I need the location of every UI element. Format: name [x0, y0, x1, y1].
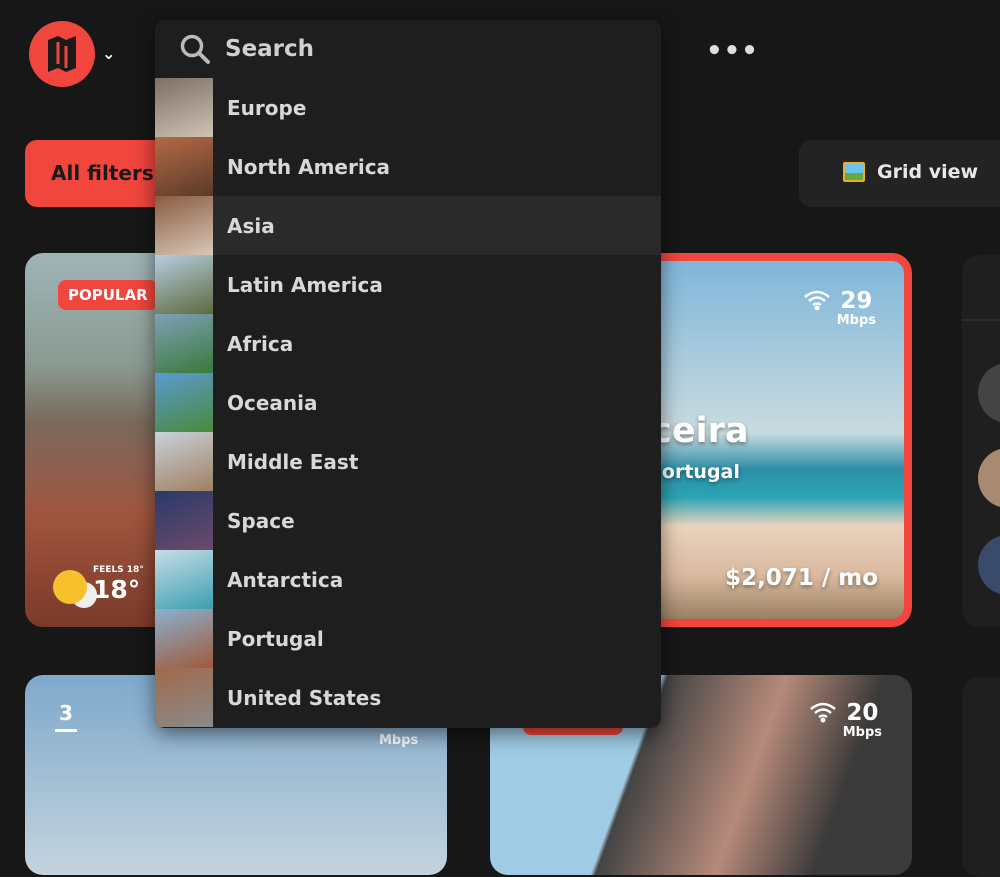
dropdown-item-label: Antarctica — [227, 567, 344, 592]
logo-button[interactable] — [29, 21, 95, 87]
grid-view-label: Grid view — [877, 161, 979, 183]
dropdown-item-space[interactable]: Space — [155, 491, 661, 550]
side-panel — [962, 677, 1000, 877]
region-thumbnail — [155, 609, 213, 668]
wifi-icon — [803, 290, 830, 311]
search-placeholder: Search — [225, 36, 315, 62]
dropdown-item-label: Latin America — [227, 272, 383, 297]
partly-sunny-icon — [53, 570, 87, 604]
wifi-unit: Mbps — [836, 313, 876, 328]
dropdown-item-latin-america[interactable]: Latin America — [155, 255, 661, 314]
picture-icon — [843, 162, 865, 182]
rank-number: 3 — [55, 701, 77, 732]
wifi-value: 29 — [840, 288, 873, 314]
temperature: 18° — [93, 575, 141, 604]
dropdown-item-label: Oceania — [227, 390, 318, 415]
map-icon — [48, 36, 76, 72]
dropdown-item-portugal[interactable]: Portugal — [155, 609, 661, 668]
wifi-unit: Mbps — [379, 733, 419, 748]
search-input[interactable]: Search — [155, 20, 661, 78]
region-thumbnail — [155, 255, 213, 314]
grid-view-button[interactable]: Grid view — [799, 140, 1000, 207]
dropdown-item-label: Middle East — [227, 449, 359, 474]
region-thumbnail — [155, 78, 213, 137]
dropdown-item-oceania[interactable]: Oceania — [155, 373, 661, 432]
avatar[interactable] — [978, 363, 1000, 423]
more-menu-button[interactable]: ••• — [706, 36, 759, 66]
dropdown-item-middle-east[interactable]: Middle East — [155, 432, 661, 491]
region-thumbnail — [155, 668, 213, 727]
dropdown-item-label: Asia — [227, 213, 275, 238]
search-icon — [180, 34, 210, 64]
wifi-speed: 20 Mbps — [809, 701, 882, 740]
dropdown-item-label: Africa — [227, 331, 294, 356]
region-thumbnail — [155, 137, 213, 196]
wifi-unit: Mbps — [842, 725, 882, 740]
dropdown-item-antarctica[interactable]: Antarctica — [155, 550, 661, 609]
search-dropdown: Search Europe North America Asia Latin Amer… — [155, 20, 661, 728]
dropdown-item-label: Space — [227, 508, 295, 533]
region-thumbnail — [155, 550, 213, 609]
dropdown-item-label: North America — [227, 154, 391, 179]
dropdown-item-label: United States — [227, 685, 382, 710]
wifi-value: 20 — [846, 700, 879, 726]
dropdown-item-europe[interactable]: Europe — [155, 78, 661, 137]
dropdown-item-north-america[interactable]: North America — [155, 137, 661, 196]
region-thumbnail — [155, 491, 213, 550]
region-thumbnail — [155, 373, 213, 432]
chevron-down-icon[interactable]: ⌄ — [102, 44, 115, 63]
popular-badge: POPULAR — [58, 280, 158, 310]
region-thumbnail — [155, 314, 213, 373]
dropdown-item-label: Portugal — [227, 626, 324, 651]
avatar[interactable] — [978, 448, 1000, 508]
price: $2,071 / mo — [725, 565, 878, 591]
country-name: Portugal — [648, 461, 740, 483]
dropdown-item-asia[interactable]: Asia — [155, 196, 661, 255]
side-panel — [962, 255, 1000, 627]
wifi-icon — [809, 702, 836, 723]
avatar[interactable] — [978, 535, 1000, 595]
weather: FEELS 18° 18° — [53, 565, 144, 604]
dropdown-item-africa[interactable]: Africa — [155, 314, 661, 373]
dropdown-item-label: Europe — [227, 95, 307, 120]
region-thumbnail — [155, 196, 213, 255]
region-thumbnail — [155, 432, 213, 491]
wifi-speed: 29 Mbps — [803, 289, 876, 328]
dropdown-item-united-states[interactable]: United States — [155, 668, 661, 727]
feels-like: FEELS 18° — [93, 565, 144, 575]
